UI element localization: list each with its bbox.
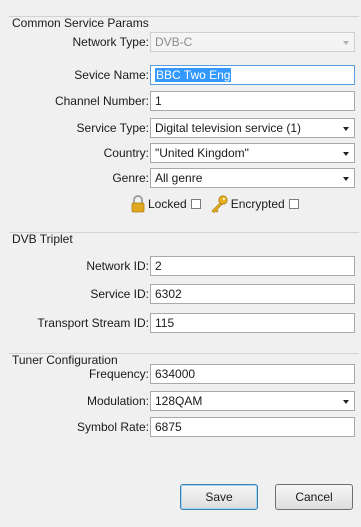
service-id-input[interactable]: 6302	[150, 284, 355, 304]
symbol-rate-label: Symbol Rate:	[76, 420, 149, 434]
transport-stream-id-input[interactable]: 115	[150, 313, 355, 333]
transport-stream-id-row: Transport Stream ID: 115	[9, 313, 359, 333]
country-value: "United Kingdom"	[155, 146, 249, 160]
country-label: Country:	[103, 146, 149, 160]
locked-checkbox[interactable]	[190, 199, 201, 209]
network-type-value: DVB-C	[155, 35, 193, 49]
country-row: Country: "United Kingdom"	[9, 143, 359, 163]
chevron-down-icon	[343, 152, 349, 156]
save-button[interactable]: Save	[180, 484, 258, 510]
genre-row: Genre: All genre	[9, 168, 359, 188]
cancel-button[interactable]: Cancel	[275, 484, 353, 510]
modulation-value: 128QAM	[155, 394, 203, 408]
frequency-row: Frequency: 634000	[9, 364, 359, 384]
service-name-value: BBC Two Eng	[155, 68, 232, 82]
service-type-value: Digital television service (1)	[155, 121, 302, 135]
frequency-value: 634000	[155, 367, 196, 381]
symbol-rate-input[interactable]: 6875	[150, 417, 355, 437]
transport-stream-id-label: Transport Stream ID:	[37, 316, 149, 330]
tuner-configuration-group: Tuner Configuration Frequency: 634000 Mo…	[9, 353, 359, 463]
symbol-rate-row: Symbol Rate: 6875	[9, 417, 359, 437]
network-type-row: Network Type: DVB-C	[9, 32, 359, 52]
service-id-row: Service ID: 6302	[9, 284, 359, 304]
service-id-value: 6302	[155, 287, 182, 301]
service-id-label: Service ID:	[90, 287, 149, 301]
network-id-label: Network ID:	[86, 259, 149, 273]
channel-number-value: 1	[155, 94, 162, 108]
lock-icon	[130, 195, 146, 213]
flags-checkboxes: Locked Encrypted	[130, 195, 307, 213]
chevron-down-icon	[343, 127, 349, 131]
modulation-label: Modulation:	[86, 394, 149, 408]
encrypted-checkbox[interactable]	[288, 199, 299, 209]
chevron-down-icon	[343, 177, 349, 181]
service-type-label: Service Type:	[76, 121, 149, 135]
transport-stream-id-value: 115	[155, 316, 175, 330]
key-icon	[209, 195, 229, 213]
service-type-select[interactable]: Digital television service (1)	[150, 118, 355, 138]
dvb-triplet-group: DVB Triplet Network ID: 2 Service ID: 63…	[9, 232, 359, 342]
service-name-row: Sevice Name: BBC Two Eng	[9, 65, 359, 85]
modulation-row: Modulation: 128QAM	[9, 391, 359, 411]
modulation-select[interactable]: 128QAM	[150, 391, 355, 411]
genre-label: Genre:	[112, 171, 149, 185]
chevron-down-icon	[343, 400, 349, 404]
genre-select[interactable]: All genre	[150, 168, 355, 188]
group-title-common: Common Service Params	[12, 16, 149, 30]
network-type-select[interactable]: DVB-C	[150, 32, 355, 52]
frequency-input[interactable]: 634000	[150, 364, 355, 384]
service-type-row: Service Type: Digital television service…	[9, 118, 359, 138]
locked-label: Locked	[148, 197, 187, 211]
symbol-rate-value: 6875	[155, 420, 182, 434]
channel-number-input[interactable]: 1	[150, 91, 355, 111]
channel-number-row: Channel Number: 1	[9, 91, 359, 111]
country-select[interactable]: "United Kingdom"	[150, 143, 355, 163]
common-service-params-group: Common Service Params Network Type: DVB-…	[9, 16, 359, 216]
network-id-value: 2	[155, 259, 162, 273]
network-id-row: Network ID: 2	[9, 256, 359, 276]
frequency-label: Frequency:	[88, 367, 149, 381]
genre-value: All genre	[155, 171, 203, 185]
group-title-triplet: DVB Triplet	[12, 232, 73, 246]
encrypted-label: Encrypted	[230, 197, 285, 211]
flags-row: Locked Encrypted	[9, 195, 359, 215]
network-id-input[interactable]: 2	[150, 256, 355, 276]
chevron-down-icon	[343, 41, 349, 45]
channel-number-label: Channel Number:	[54, 94, 149, 108]
network-type-label: Network Type:	[72, 35, 149, 49]
service-name-label: Sevice Name:	[74, 68, 149, 82]
service-name-input[interactable]: BBC Two Eng	[150, 65, 355, 85]
service-params-dialog: Common Service Params Network Type: DVB-…	[0, 0, 361, 527]
